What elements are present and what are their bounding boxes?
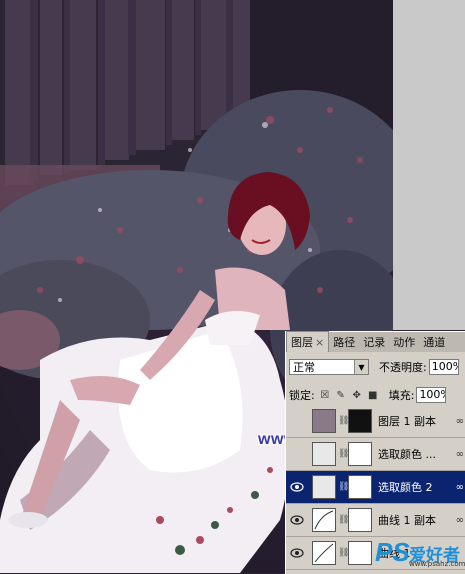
lock-all-icon[interactable]: ■ (367, 389, 379, 401)
link-icon: ⛓ (338, 416, 350, 426)
logo-ps: PS (375, 537, 410, 567)
lock-brush-icon[interactable]: ✎ (335, 389, 347, 401)
selective-color-adjustment-icon (312, 475, 336, 499)
link-chain-icon: ∞ (455, 415, 464, 427)
canvas-background-gray (393, 0, 465, 330)
tab-label: 图层 (291, 336, 313, 349)
link-icon: ⛓ (338, 515, 350, 525)
layer-row-selected[interactable]: ⛓ 选取颜色 2 ∞ (286, 471, 465, 504)
tab-paths[interactable]: 路径 (329, 332, 359, 352)
panel-tabs: 图层 × 路径 记录 动作 通道 (286, 331, 465, 352)
lock-label: 锁定: (289, 389, 315, 402)
tab-history[interactable]: 记录 (359, 332, 389, 352)
eye-icon[interactable] (289, 545, 305, 561)
close-icon[interactable]: × (315, 336, 324, 349)
link-icon: ⛓ (338, 482, 350, 492)
eye-icon[interactable] (289, 512, 305, 528)
fill-label: 填充: (388, 389, 415, 402)
layer-name: 曲线 1 副本 (378, 514, 436, 527)
tab-actions[interactable]: 动作 (389, 332, 419, 352)
selective-color-adjustment-icon (312, 442, 336, 466)
logo-url: www.psahz.com (409, 560, 465, 568)
dropdown-arrow-icon[interactable]: ▼ (354, 360, 368, 374)
layer-name: 图层 1 副本 (378, 415, 436, 428)
mask-thumbnail-icon (348, 409, 372, 433)
visibility-toggle[interactable] (289, 413, 305, 429)
lock-transparency-icon[interactable]: ☒ (319, 389, 331, 401)
fill-input[interactable]: 100% (416, 387, 447, 403)
tab-layers[interactable]: 图层 × (286, 331, 330, 352)
curves-adjustment-icon (312, 541, 336, 565)
link-chain-icon: ∞ (455, 514, 464, 526)
mask-thumbnail-icon (348, 508, 372, 532)
blend-mode-value: 正常 (293, 361, 315, 374)
layer-row[interactable]: ⛓ 图层 1 副本 ∞ (286, 405, 465, 438)
link-icon: ⛓ (338, 548, 350, 558)
lock-move-icon[interactable]: ✥ (351, 389, 363, 401)
eye-icon[interactable] (289, 479, 305, 495)
curves-adjustment-icon (312, 508, 336, 532)
blend-mode-select[interactable]: 正常 ▼ (289, 359, 369, 375)
visibility-toggle[interactable] (289, 446, 305, 462)
blend-row: 正常 ▼ 不透明度: 100% (289, 359, 459, 375)
layer-row[interactable]: ⛓ 选取颜色 ... ∞ (286, 438, 465, 471)
site-logo: PS 爱好者 www.psahz.com (375, 535, 465, 571)
link-chain-icon: ∞ (455, 481, 464, 493)
layer-name: 选取颜色 ... (378, 448, 436, 461)
link-icon: ⛓ (338, 449, 350, 459)
opacity-input[interactable]: 100% (428, 359, 459, 375)
lock-row: 锁定: ☒ ✎ ✥ ■ 填充: 100% (289, 387, 447, 403)
opacity-label: 不透明度: (379, 361, 427, 374)
tab-channels[interactable]: 通道 (419, 332, 449, 352)
layer-name: 选取颜色 2 (378, 481, 433, 494)
mask-thumbnail-icon (348, 442, 372, 466)
mask-thumbnail-icon (348, 541, 372, 565)
mask-thumbnail-icon (348, 475, 372, 499)
link-chain-icon: ∞ (455, 448, 464, 460)
layer-row[interactable]: ⛓ 曲线 1 副本 ∞ (286, 504, 465, 537)
photo-thumbnail-icon (312, 409, 336, 433)
